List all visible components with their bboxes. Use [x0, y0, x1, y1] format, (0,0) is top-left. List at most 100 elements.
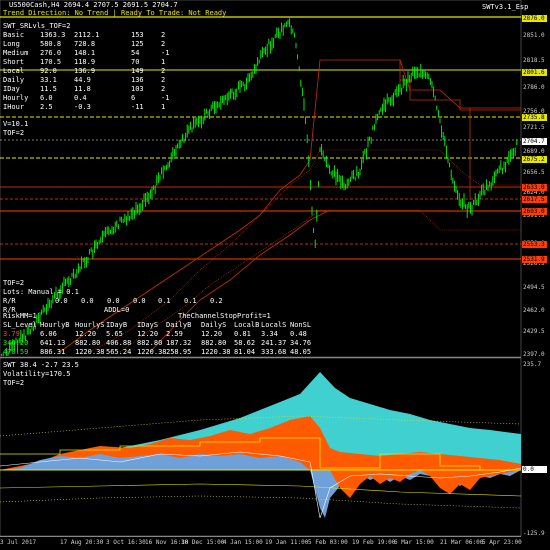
sr-cell: 153 [131, 31, 144, 39]
sr-cell: 11.5 [40, 85, 57, 93]
sl-cell: 58.62 [234, 339, 256, 347]
sr-cell: 136.9 [74, 67, 96, 75]
stop-line: TheChannelStopProfit=1 [178, 312, 271, 320]
price-tag: 2603.0 [522, 208, 547, 215]
risk-line: RiskMM=1 [3, 312, 37, 320]
sub-axis-zero: 0.0 [522, 466, 547, 473]
price-tag: 2735.8 [522, 114, 547, 121]
sr-cell: 2 [161, 85, 166, 93]
sr-cell: 2 [161, 31, 166, 39]
sl-cell: 2.59 [166, 330, 183, 338]
sl-cell: 5.65 [106, 330, 123, 338]
volatility-line: Volatility=170.5 [3, 370, 71, 378]
sl-cell: 1220.38 [137, 348, 167, 356]
sr-cell: 580.8 [40, 40, 62, 48]
sl-cell: 0.81 [234, 330, 251, 338]
sr-cell: -1 [161, 94, 170, 102]
sl-cell: 346.20 [3, 339, 29, 347]
sr-cell: 44.9 [74, 76, 91, 84]
price-label: 2786.0 [523, 84, 545, 91]
sr-cell: Short [3, 58, 25, 66]
price-label: 2818.5 [523, 57, 545, 64]
time-label: 18 Dec 15:00 [181, 539, 225, 546]
time-label: 3 Jul 2017 [0, 539, 37, 546]
sub-tof-line: TOF=2 [3, 379, 25, 387]
sr-cell: Daily [3, 76, 25, 84]
time-label: 3 Oct 16:30 [106, 539, 146, 546]
rr-value: 0.2 [210, 297, 223, 305]
sr-cell: Basic [3, 31, 25, 39]
sl-cell: 478.59 [3, 348, 29, 356]
sl-header: LocalS [261, 321, 287, 329]
sr-cell: Long [3, 40, 20, 48]
tof-line-2: TOF=2 [3, 279, 25, 287]
sl-cell: 12.20 [137, 330, 159, 338]
price-tag: 2553.3 [522, 241, 547, 248]
time-label: 21 Mar 06:00 [440, 539, 484, 546]
sl-cell: 241.37 [261, 339, 287, 347]
sl-cell: 12.20 [75, 330, 97, 338]
sr-cell: 54 [131, 49, 140, 57]
sr-cell: Local [3, 67, 25, 75]
sr-cell: IHour [3, 103, 25, 111]
sr-cell: 149 [131, 67, 144, 75]
sl-cell: 406.88 [106, 339, 132, 347]
time-axis-line [0, 536, 521, 537]
price-label: 2689.0 [523, 148, 545, 155]
rr-label: R/R [3, 297, 16, 305]
sl-cell: 12.20 [201, 330, 223, 338]
sr-cell: 276.0 [40, 49, 62, 57]
sr-cell: 148.1 [74, 49, 96, 57]
price-tag: 2617.5 [522, 196, 547, 203]
sr-cell: Hourly [3, 94, 29, 102]
price-label: 2429.5 [523, 328, 545, 335]
time-label: 4 Jan 15:00 [223, 539, 263, 546]
sl-cell: 258.95 [166, 348, 192, 356]
sr-cell: 125 [131, 40, 144, 48]
rr-value: 0.1 [158, 297, 171, 305]
swt-values: SWT 38.4 -2.7 23.5 [3, 361, 79, 369]
sl-cell: 565.24 [106, 348, 132, 356]
indicator-version: SWTv3.1_Esp [482, 3, 529, 11]
sr-cell: 6.0 [40, 94, 53, 102]
sr-cell: 118.9 [74, 58, 96, 66]
sr-cell: 2 [161, 76, 166, 84]
sl-cell: 882.80 [201, 339, 227, 347]
sr-cell: 0.4 [74, 94, 87, 102]
price-label: 2721.5 [523, 124, 545, 131]
sl-header: HourlyB [40, 321, 70, 329]
sl-cell: 0.48 [290, 330, 307, 338]
swt-indicator-chart[interactable] [0, 358, 550, 536]
sl-header: NonSL [290, 321, 312, 329]
sr-cell: 2112.1 [74, 31, 100, 39]
price-tag: 2531.9 [522, 256, 547, 263]
time-label: 6 Mar 15:00 [394, 539, 434, 546]
sr-cell: 11.8 [74, 85, 91, 93]
sl-cell: 3.34 [261, 330, 278, 338]
rr-value: 0.0 [81, 297, 94, 305]
sl-cell: 882.80 [137, 339, 163, 347]
sl-cell: 886.31 [40, 348, 66, 356]
addl-line: ADDL=0 [104, 306, 130, 314]
price-label: 2462.0 [523, 307, 545, 314]
rr-value: 0.0 [133, 297, 146, 305]
sr-cell: 136 [131, 76, 144, 84]
sl-cell: 6.06 [40, 330, 57, 338]
sl-cell: 1220.38 [75, 348, 105, 356]
price-tag: 2704.7 [522, 138, 547, 145]
sl-header: DailyS [201, 321, 227, 329]
sl-header: LocalB [234, 321, 260, 329]
price-label: 2851.0 [523, 32, 545, 39]
sl-cell: 641.13 [40, 339, 66, 347]
sl-header: IDayS [137, 321, 159, 329]
sr-cell: -0.3 [74, 103, 91, 111]
sr-cell: 92.0 [40, 67, 57, 75]
time-label: 19 Feb 19:00 [352, 539, 396, 546]
price-label: 2494.5 [523, 284, 545, 291]
sr-cell: 33.1 [40, 76, 57, 84]
trend-status: Trend Direction: No Trend | Ready To Tra… [3, 9, 227, 17]
sr-cell: 2 [161, 67, 166, 75]
sr-cell: 103 [131, 85, 144, 93]
sr-cell: IDay [3, 85, 20, 93]
sr-cell: 2.5 [40, 103, 53, 111]
